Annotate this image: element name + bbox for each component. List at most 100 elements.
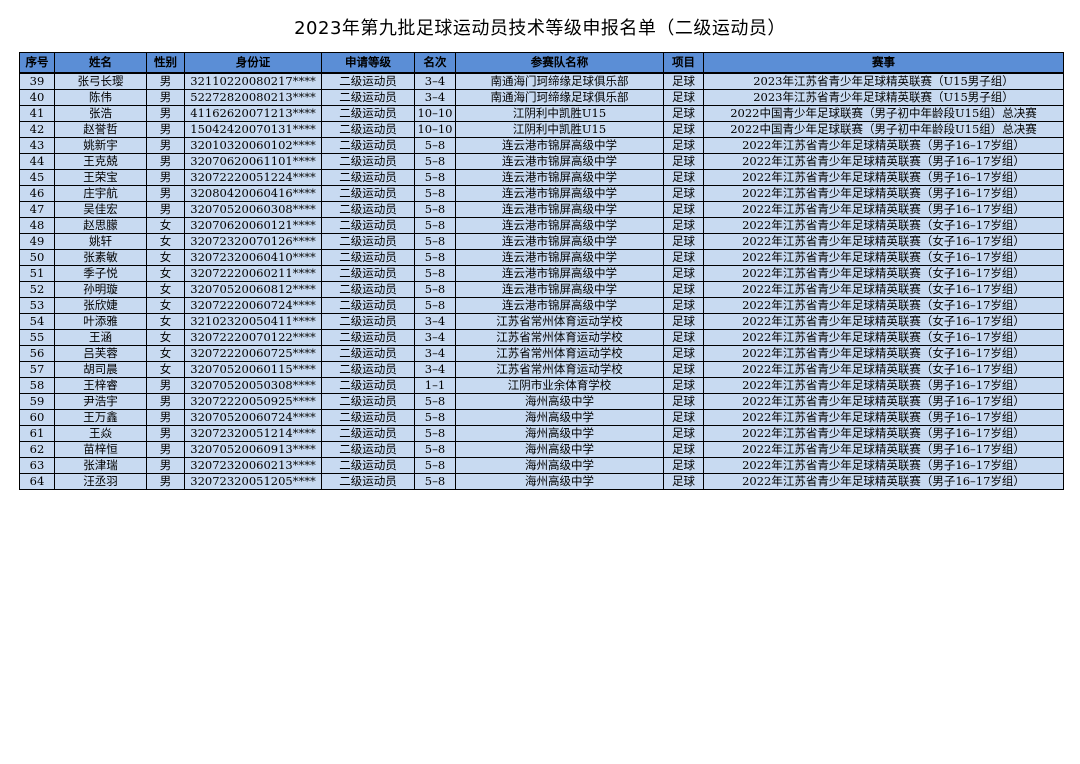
cell-team: 连云港市锦屏高级中学 xyxy=(455,185,664,202)
cell-gender: 女 xyxy=(146,297,185,314)
cell-competition: 2022年江苏省青少年足球精英联赛（女子16–17岁组） xyxy=(703,249,1064,266)
cell-level: 二级运动员 xyxy=(321,185,415,202)
cell-level: 二级运动员 xyxy=(321,153,415,170)
cell-competition: 2022年江苏省青少年足球精英联赛（男子16–17岁组） xyxy=(703,169,1064,186)
cell-sport: 足球 xyxy=(663,345,704,362)
table-body: 39 张弓长璎男 32110220080217**** 二级运动员 3–4 南通海门珂缔缘… xyxy=(19,72,1064,490)
table-row: 52 孙明璇女 32070520060812**** 二级运动员 5–8 连云港市锦屏高级… xyxy=(19,281,1064,298)
cell-sport: 足球 xyxy=(663,409,704,426)
cell-id-number: 32070520060724**** xyxy=(184,409,322,426)
cell-team: 江苏省常州体育运动学校 xyxy=(455,329,664,346)
cell-rank: 3–4 xyxy=(414,72,456,90)
cell-name: 张弓长璎 xyxy=(54,72,147,90)
cell-rank: 5–8 xyxy=(414,249,456,266)
cell-competition: 2022年江苏省青少年足球精英联赛（男子16–17岁组） xyxy=(703,377,1064,394)
cell-gender: 男 xyxy=(146,105,185,122)
cell-id-number: 15042420070131**** xyxy=(184,121,322,138)
cell-level: 二级运动员 xyxy=(321,473,415,490)
cell-rank: 5–8 xyxy=(414,265,456,282)
cell-name: 吴佳宏 xyxy=(54,201,147,218)
cell-rank: 3–4 xyxy=(414,361,456,378)
cell-team: 连云港市锦屏高级中学 xyxy=(455,201,664,218)
cell-team: 连云港市锦屏高级中学 xyxy=(455,249,664,266)
cell-sport: 足球 xyxy=(663,185,704,202)
cell-index: 62 xyxy=(19,441,55,458)
cell-rank: 5–8 xyxy=(414,409,456,426)
cell-name: 胡司晨 xyxy=(54,361,147,378)
cell-index: 42 xyxy=(19,121,55,138)
cell-sport: 足球 xyxy=(663,249,704,266)
cell-sport: 足球 xyxy=(663,425,704,442)
cell-name: 王焱 xyxy=(54,425,147,442)
cell-gender: 男 xyxy=(146,89,185,106)
header-competition: 赛事 xyxy=(703,52,1064,74)
cell-gender: 男 xyxy=(146,457,185,474)
cell-index: 40 xyxy=(19,89,55,106)
cell-sport: 足球 xyxy=(663,89,704,106)
cell-gender: 女 xyxy=(146,233,185,250)
cell-name: 庄宇航 xyxy=(54,185,147,202)
cell-competition: 2022年江苏省青少年足球精英联赛（男子16–17岁组） xyxy=(703,441,1064,458)
cell-id-number: 32070520060115**** xyxy=(184,361,322,378)
cell-rank: 3–4 xyxy=(414,89,456,106)
cell-level: 二级运动员 xyxy=(321,361,415,378)
cell-competition: 2022年江苏省青少年足球精英联赛（男子16–17岁组） xyxy=(703,409,1064,426)
cell-index: 64 xyxy=(19,473,55,490)
cell-id-number: 32072320051205**** xyxy=(184,473,322,490)
cell-gender: 女 xyxy=(146,313,185,330)
cell-id-number: 32110220080217**** xyxy=(184,72,322,90)
cell-name: 姚新宇 xyxy=(54,137,147,154)
cell-gender: 男 xyxy=(146,169,185,186)
cell-index: 41 xyxy=(19,105,55,122)
cell-level: 二级运动员 xyxy=(321,249,415,266)
cell-sport: 足球 xyxy=(663,441,704,458)
cell-sport: 足球 xyxy=(663,217,704,234)
cell-gender: 女 xyxy=(146,249,185,266)
table-row: 49 姚轩女 32072320070126**** 二级运动员 5–8 连云港市锦屏高级中… xyxy=(19,233,1064,250)
cell-competition: 2022年江苏省青少年足球精英联赛（女子16–17岁组） xyxy=(703,313,1064,330)
table-row: 53 张欣婕女 32072220060724**** 二级运动员 5–8 连云港市锦屏高级… xyxy=(19,297,1064,314)
cell-gender: 女 xyxy=(146,265,185,282)
cell-index: 53 xyxy=(19,297,55,314)
cell-team: 江阴利中凯胜U15 xyxy=(455,105,664,122)
cell-team: 江阴利中凯胜U15 xyxy=(455,121,664,138)
cell-team: 南通海门珂缔缘足球俱乐部 xyxy=(455,89,664,106)
table-row: 50 张素敏女 32072320060410**** 二级运动员 5–8 连云港市锦屏高级… xyxy=(19,249,1064,266)
cell-team: 江阴市业余体育学校 xyxy=(455,377,664,394)
cell-id-number: 52272820080213**** xyxy=(184,89,322,106)
cell-competition: 2022年江苏省青少年足球精英联赛（女子16–17岁组） xyxy=(703,345,1064,362)
cell-team: 江苏省常州体育运动学校 xyxy=(455,345,664,362)
cell-name: 王梓睿 xyxy=(54,377,147,394)
cell-team: 海州高级中学 xyxy=(455,409,664,426)
cell-index: 57 xyxy=(19,361,55,378)
cell-gender: 男 xyxy=(146,121,185,138)
cell-level: 二级运动员 xyxy=(321,425,415,442)
cell-rank: 5–8 xyxy=(414,153,456,170)
cell-level: 二级运动员 xyxy=(321,72,415,90)
cell-name: 王万鑫 xyxy=(54,409,147,426)
cell-gender: 男 xyxy=(146,393,185,410)
cell-index: 44 xyxy=(19,153,55,170)
cell-rank: 5–8 xyxy=(414,425,456,442)
table-row: 40 陈伟男 52272820080213**** 二级运动员 3–4 南通海门珂缔缘足球… xyxy=(19,89,1064,106)
cell-name: 吕芙蓉 xyxy=(54,345,147,362)
cell-sport: 足球 xyxy=(663,265,704,282)
cell-level: 二级运动员 xyxy=(321,169,415,186)
cell-index: 60 xyxy=(19,409,55,426)
cell-sport: 足球 xyxy=(663,72,704,90)
cell-level: 二级运动员 xyxy=(321,89,415,106)
header-name: 姓名 xyxy=(54,52,147,74)
cell-team: 南通海门珂缔缘足球俱乐部 xyxy=(455,72,664,90)
table-row: 48 赵思朦女 32070620060121**** 二级运动员 5–8 连云港市锦屏高级… xyxy=(19,217,1064,234)
cell-sport: 足球 xyxy=(663,393,704,410)
cell-index: 55 xyxy=(19,329,55,346)
header-rank: 名次 xyxy=(414,52,456,74)
table-row: 42 赵誉哲男 15042420070131**** 二级运动员 10–10 江阴利中凯胜… xyxy=(19,121,1064,138)
cell-level: 二级运动员 xyxy=(321,105,415,122)
cell-gender: 男 xyxy=(146,473,185,490)
header-sport: 项目 xyxy=(663,52,704,74)
cell-team: 海州高级中学 xyxy=(455,425,664,442)
header-gender: 性别 xyxy=(146,52,185,74)
cell-sport: 足球 xyxy=(663,473,704,490)
cell-competition: 2022年江苏省青少年足球精英联赛（女子16–17岁组） xyxy=(703,281,1064,298)
